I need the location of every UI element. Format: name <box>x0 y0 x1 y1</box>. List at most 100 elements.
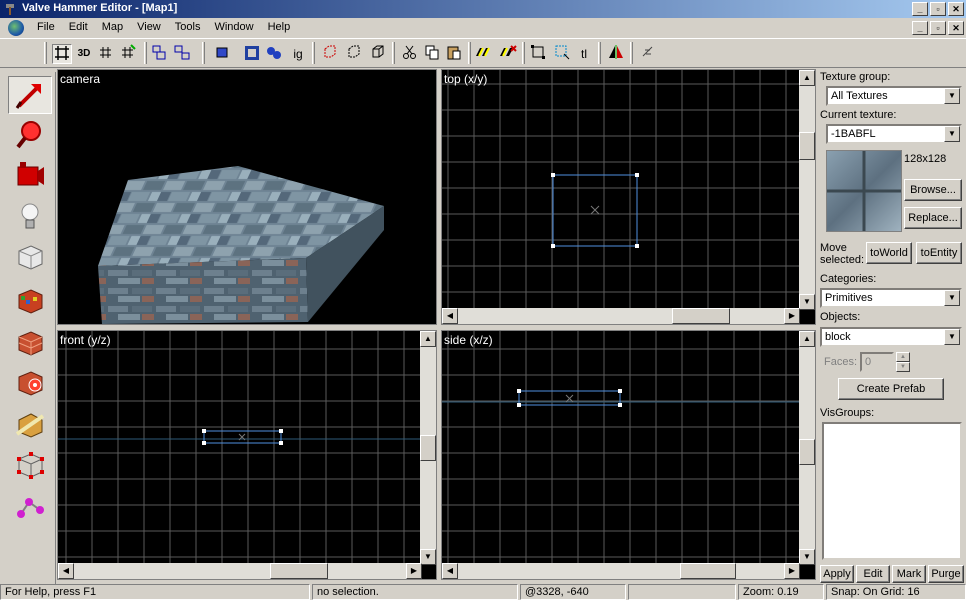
scroll-right-icon[interactable]: ▶ <box>784 308 800 324</box>
decal-icon[interactable] <box>638 44 658 64</box>
apply-texture-tool[interactable] <box>8 324 52 362</box>
texture-tool[interactable] <box>8 282 52 320</box>
texture-group-select[interactable]: All Textures ▼ <box>826 86 962 106</box>
grid-icon[interactable] <box>52 44 72 64</box>
to-world-button[interactable]: toWorld <box>866 242 912 264</box>
ignore-groups-icon[interactable]: ig <box>288 44 308 64</box>
menu-help[interactable]: Help <box>261 21 298 33</box>
faces-up-icon[interactable]: ▲ <box>896 352 910 362</box>
menu-file[interactable]: File <box>30 21 62 33</box>
replace-button[interactable]: Replace... <box>904 207 962 229</box>
toolbar-grip[interactable] <box>44 42 47 64</box>
copy-icon[interactable] <box>422 44 442 64</box>
texture-preview[interactable] <box>826 150 902 232</box>
selection-tool[interactable] <box>8 76 52 114</box>
path-tool[interactable] <box>8 488 52 526</box>
camera-viewport[interactable]: camera <box>57 69 437 325</box>
tie-entity-icon[interactable] <box>320 44 340 64</box>
side-vertical-scrollbar[interactable]: ▲ ▼ <box>799 331 815 565</box>
toggle-selection-icon[interactable] <box>552 44 572 64</box>
categories-select[interactable]: Primitives ▼ <box>820 288 962 308</box>
chevron-down-icon[interactable]: ▼ <box>944 126 960 142</box>
top-horizontal-scrollbar[interactable]: ◀ ▶ <box>442 308 800 324</box>
scroll-thumb[interactable] <box>672 308 730 324</box>
scroll-up-icon[interactable]: ▲ <box>420 331 436 347</box>
camera-tool[interactable] <box>8 156 52 194</box>
close-button[interactable]: ✕ <box>948 2 964 16</box>
visgroup-apply-button[interactable]: Apply <box>820 565 854 583</box>
document-globe-icon[interactable] <box>8 20 24 36</box>
chevron-down-icon[interactable]: ▼ <box>944 329 960 345</box>
scroll-thumb[interactable] <box>680 563 736 579</box>
scroll-up-icon[interactable]: ▲ <box>799 70 815 86</box>
front-horizontal-scrollbar[interactable]: ◀ ▶ <box>58 563 422 579</box>
menu-tools[interactable]: Tools <box>168 21 208 33</box>
menu-view[interactable]: View <box>130 21 168 33</box>
run-icon[interactable] <box>498 44 518 64</box>
flip-icon[interactable] <box>606 44 626 64</box>
vertex-tool[interactable] <box>8 446 52 484</box>
mdi-minimize-button[interactable]: _ <box>912 21 928 35</box>
decal-tool[interactable] <box>8 364 52 402</box>
to-entity-button[interactable]: toEntity <box>916 242 962 264</box>
create-prefab-button[interactable]: Create Prefab <box>838 378 944 400</box>
large-grid-icon[interactable] <box>118 44 138 64</box>
texture-lock-icon[interactable] <box>264 44 284 64</box>
mdi-close-button[interactable]: ✕ <box>948 21 964 35</box>
ungroup-icon[interactable] <box>172 44 192 64</box>
scroll-right-icon[interactable]: ▶ <box>784 563 800 579</box>
minimize-button[interactable]: _ <box>912 2 928 16</box>
chevron-down-icon[interactable]: ▼ <box>944 88 960 104</box>
cube-outline-icon[interactable] <box>368 44 388 64</box>
texture-lock-label[interactable]: tl <box>574 44 594 64</box>
scroll-thumb[interactable] <box>270 563 328 579</box>
3d-grid-icon[interactable]: 3D <box>74 44 94 64</box>
maximize-button[interactable]: ▫ <box>930 2 946 16</box>
group-icon[interactable] <box>150 44 170 64</box>
front-vertical-scrollbar[interactable]: ▲ ▼ <box>420 331 436 565</box>
scroll-thumb[interactable] <box>799 439 815 465</box>
top-viewport[interactable]: top (x/y) ▲ ▼ ◀ ▶ <box>441 69 816 325</box>
move-to-world-icon[interactable] <box>344 44 364 64</box>
chevron-down-icon[interactable]: ▼ <box>944 290 960 306</box>
scroll-thumb[interactable] <box>420 435 436 461</box>
clipping-tool[interactable] <box>8 406 52 444</box>
visgroup-mark-button[interactable]: Mark <box>892 565 926 583</box>
visgroups-label: VisGroups: <box>820 407 875 419</box>
compile-icon[interactable] <box>474 44 494 64</box>
magnify-tool[interactable] <box>8 116 52 154</box>
carve-icon[interactable] <box>212 44 232 64</box>
menu-window[interactable]: Window <box>207 21 260 33</box>
cut-icon[interactable] <box>400 44 420 64</box>
entity-tool[interactable] <box>8 198 52 236</box>
browse-button[interactable]: Browse... <box>904 179 962 201</box>
block-tool[interactable] <box>8 238 52 276</box>
scroll-right-icon[interactable]: ▶ <box>406 563 422 579</box>
faces-down-icon[interactable]: ▼ <box>896 362 910 372</box>
scroll-thumb[interactable] <box>799 132 815 160</box>
scroll-down-icon[interactable]: ▼ <box>420 549 436 565</box>
scroll-left-icon[interactable]: ◀ <box>58 563 74 579</box>
scroll-left-icon[interactable]: ◀ <box>442 563 458 579</box>
objects-select[interactable]: block ▼ <box>820 327 962 347</box>
small-grid-icon[interactable] <box>96 44 116 64</box>
scroll-left-icon[interactable]: ◀ <box>442 308 458 324</box>
faces-field[interactable]: 0 <box>860 352 894 372</box>
visgroups-list[interactable] <box>822 422 962 560</box>
current-texture-select[interactable]: -1BABFL ▼ <box>826 124 962 144</box>
side-horizontal-scrollbar[interactable]: ◀ ▶ <box>442 563 800 579</box>
scroll-down-icon[interactable]: ▼ <box>799 549 815 565</box>
mdi-restore-button[interactable]: ▫ <box>930 21 946 35</box>
scroll-down-icon[interactable]: ▼ <box>799 294 815 310</box>
scroll-up-icon[interactable]: ▲ <box>799 331 815 347</box>
visgroup-edit-button[interactable]: Edit <box>856 565 890 583</box>
visgroup-purge-button[interactable]: Purge <box>928 565 964 583</box>
select-box-icon[interactable] <box>528 44 548 64</box>
front-viewport[interactable]: front (y/z) ▲ ▼ ◀ ▶ <box>57 330 437 580</box>
hollow-icon[interactable] <box>242 44 262 64</box>
menu-edit[interactable]: Edit <box>62 21 95 33</box>
side-viewport[interactable]: side (x/z) ▲ ▼ ◀ ▶ <box>441 330 816 580</box>
menu-map[interactable]: Map <box>95 21 130 33</box>
top-vertical-scrollbar[interactable]: ▲ ▼ <box>799 70 815 310</box>
paste-icon[interactable] <box>444 44 464 64</box>
